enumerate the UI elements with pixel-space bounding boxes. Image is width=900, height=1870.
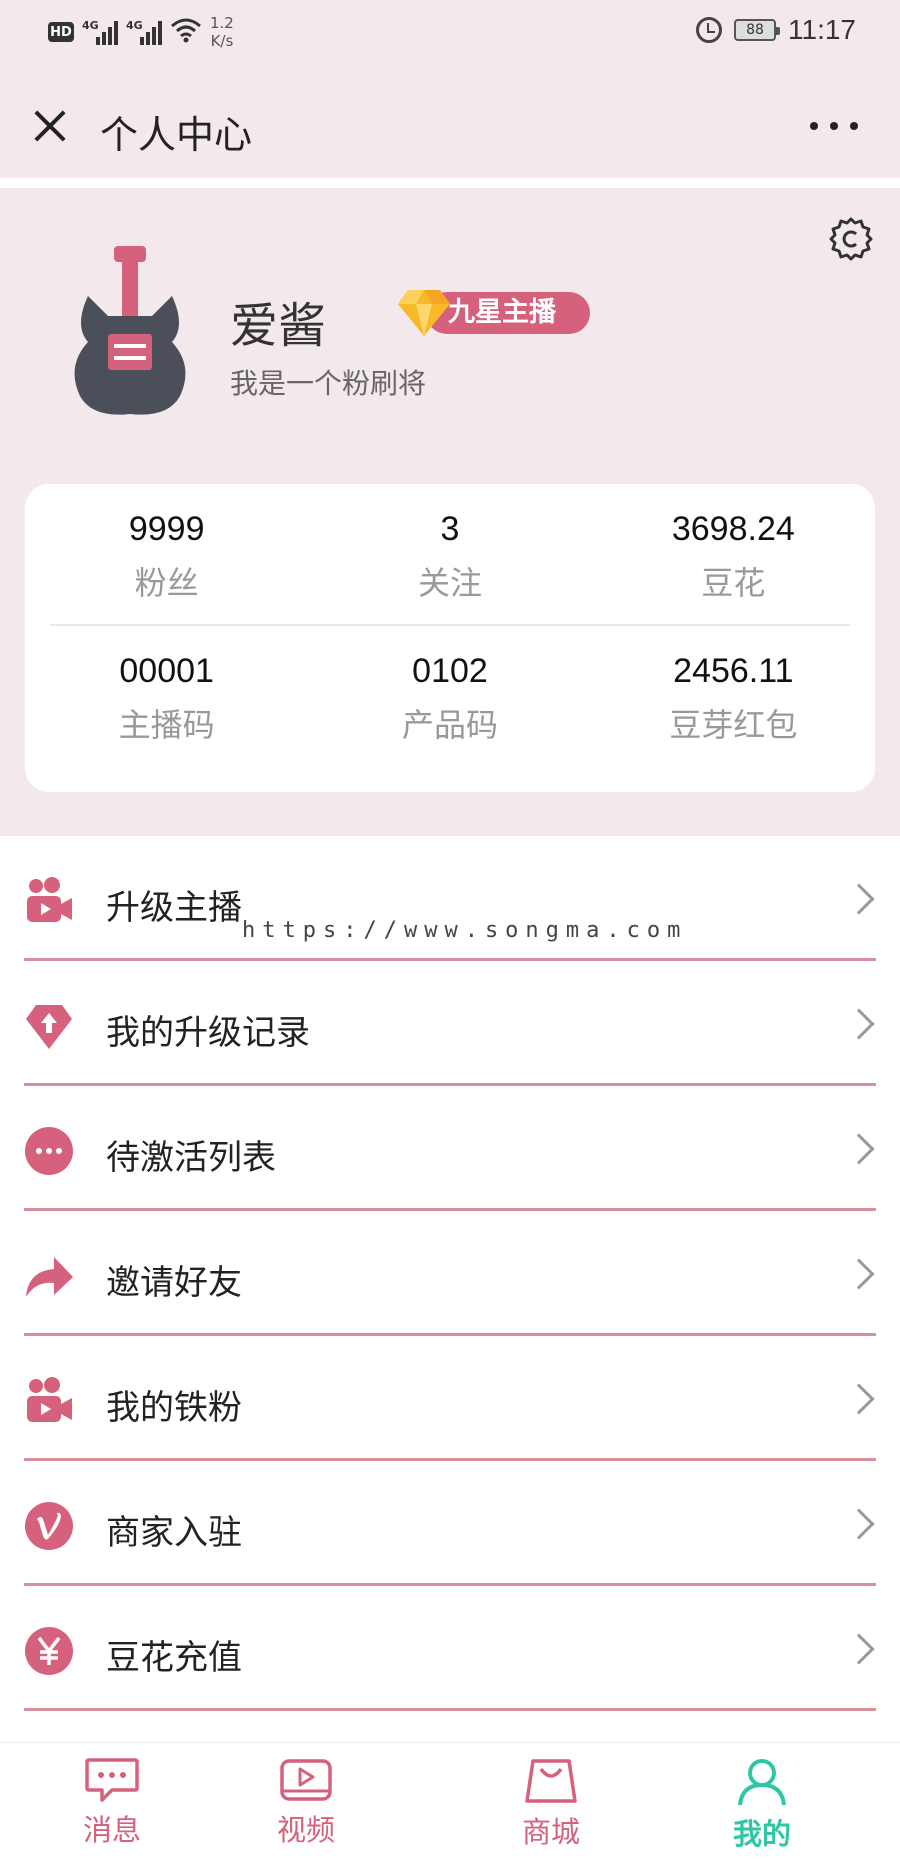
page-title: 个人中心 xyxy=(100,113,253,157)
stats-row-2: 00001 主播码 0102 产品码 2456.11 豆芽红包 xyxy=(25,648,875,768)
chevron-right-icon xyxy=(843,1383,875,1415)
menu-item-upgrade-records[interactable]: 我的升级记录 xyxy=(0,961,900,1086)
stat-value: 0102 xyxy=(412,652,488,690)
menu-item-pending-activation[interactable]: 待激活列表 xyxy=(0,1086,900,1211)
menu-item-merchant-join[interactable]: 商家入驻 xyxy=(0,1461,900,1586)
shopping-bag-icon xyxy=(525,1759,577,1803)
yen-icon xyxy=(25,1627,73,1675)
settings-icon[interactable] xyxy=(828,216,874,262)
header-divider xyxy=(0,178,900,188)
clock: 11:17 xyxy=(788,14,856,45)
tab-label: 视频 xyxy=(276,1813,335,1847)
more-icon[interactable] xyxy=(810,122,858,130)
tab-label: 商城 xyxy=(521,1815,580,1849)
tab-shop[interactable]: 商城 xyxy=(491,1757,611,1851)
video-icon xyxy=(280,1759,332,1801)
stat-value: 3698.24 xyxy=(671,510,795,548)
vimeo-v-icon xyxy=(25,1502,73,1550)
stat-value: 9999 xyxy=(128,510,205,548)
stat-label: 关注 xyxy=(417,564,482,602)
menu-item-invite-friends[interactable]: 邀请好友 xyxy=(0,1211,900,1336)
net-speed: 1.2 K/s xyxy=(210,14,234,50)
menu-item-label: 升级主播 xyxy=(106,888,242,928)
stat-douhua[interactable]: 3698.24 豆花 xyxy=(592,506,875,626)
chevron-right-icon xyxy=(843,1258,875,1290)
sim2-label: 4G xyxy=(126,19,143,32)
stats-row-1: 9999 粉丝 3 关注 3698.24 豆花 xyxy=(25,506,875,626)
chevron-right-icon xyxy=(843,1133,875,1165)
profile-section: 爱酱 九星主播 我是一个粉刷将 9999 粉丝 3 关注 3698.24 豆花 xyxy=(0,188,900,836)
tab-mine[interactable]: 我的 xyxy=(702,1757,822,1853)
menu-item-label: 待激活列表 xyxy=(106,1138,276,1178)
hd-badge: HD xyxy=(48,22,74,42)
camera-people-icon xyxy=(27,877,72,922)
status-left: HD 4G 4G 1.2 K/s xyxy=(48,14,234,50)
stat-value: 2456.11 xyxy=(673,652,794,690)
message-icon xyxy=(85,1758,139,1802)
stats-card: 9999 粉丝 3 关注 3698.24 豆花 00001 主播码 0102 产… xyxy=(25,484,875,792)
stat-label: 主播码 xyxy=(118,706,215,744)
user-name: 爱酱 xyxy=(230,298,327,354)
tab-label: 我的 xyxy=(732,1817,791,1851)
menu-list: 升级主播 我的升级记录 待激活列表 邀请好友 我的铁粉 商家入驻 豆花充值 xyxy=(0,836,900,1711)
stat-value: 3 xyxy=(440,510,460,548)
sim1-label: 4G xyxy=(82,19,99,32)
tab-messages[interactable]: 消息 xyxy=(52,1757,172,1849)
more-circle-icon xyxy=(25,1127,73,1175)
menu-item-douhua-recharge[interactable]: 豆花充值 xyxy=(0,1586,900,1711)
stat-anchor-code[interactable]: 00001 主播码 xyxy=(25,648,308,768)
user-bio: 我是一个粉刷将 xyxy=(230,367,427,400)
alarm-icon xyxy=(696,17,722,43)
divider xyxy=(24,1708,876,1711)
net-speed-value: 1.2 xyxy=(210,14,234,32)
nav-bar: 个人中心 xyxy=(0,66,900,178)
chevron-right-icon xyxy=(843,883,875,915)
status-right: 88 11:17 xyxy=(696,14,856,46)
stat-label: 产品码 xyxy=(401,706,498,744)
stats-divider xyxy=(50,624,850,626)
diamond-up-icon xyxy=(26,1005,72,1049)
chevron-right-icon xyxy=(843,1008,875,1040)
menu-item-label: 邀请好友 xyxy=(106,1263,242,1303)
signal-icon-sim2: 4G xyxy=(126,19,162,45)
stat-label: 粉丝 xyxy=(134,564,199,602)
menu-item-label: 商家入驻 xyxy=(106,1513,242,1553)
stat-value: 00001 xyxy=(119,652,214,690)
menu-item-my-fans[interactable]: 我的铁粉 xyxy=(0,1336,900,1461)
tab-video[interactable]: 视频 xyxy=(246,1757,366,1849)
battery-icon: 88 xyxy=(734,19,780,41)
watermark: https://www.songma.com xyxy=(242,918,688,943)
menu-item-label: 豆花充值 xyxy=(106,1638,242,1678)
stat-product-code[interactable]: 0102 产品码 xyxy=(308,648,591,768)
person-icon xyxy=(738,1759,786,1806)
chevron-right-icon xyxy=(843,1633,875,1665)
stat-fans[interactable]: 9999 粉丝 xyxy=(25,506,308,626)
diamond-icon xyxy=(398,290,450,336)
tab-label: 消息 xyxy=(82,1813,141,1847)
stat-label: 豆芽红包 xyxy=(669,706,798,744)
stat-following[interactable]: 3 关注 xyxy=(308,506,591,626)
net-speed-unit: K/s xyxy=(210,32,234,50)
close-icon[interactable] xyxy=(28,104,72,148)
status-bar: HD 4G 4G 1.2 K/s 88 11:17 xyxy=(0,0,900,66)
stat-label: 豆花 xyxy=(701,564,766,602)
menu-item-label: 我的铁粉 xyxy=(106,1388,242,1428)
tab-bar: 消息 视频 商城 我的 xyxy=(0,1742,900,1870)
menu-item-label: 我的升级记录 xyxy=(106,1013,310,1053)
signal-icon-sim1: 4G xyxy=(82,19,118,45)
wifi-icon xyxy=(170,17,202,48)
chevron-right-icon xyxy=(843,1508,875,1540)
avatar[interactable] xyxy=(68,246,194,416)
camera-people-icon xyxy=(27,1377,72,1422)
share-arrow-icon xyxy=(26,1257,73,1297)
stat-red-packet[interactable]: 2456.11 豆芽红包 xyxy=(592,648,875,768)
